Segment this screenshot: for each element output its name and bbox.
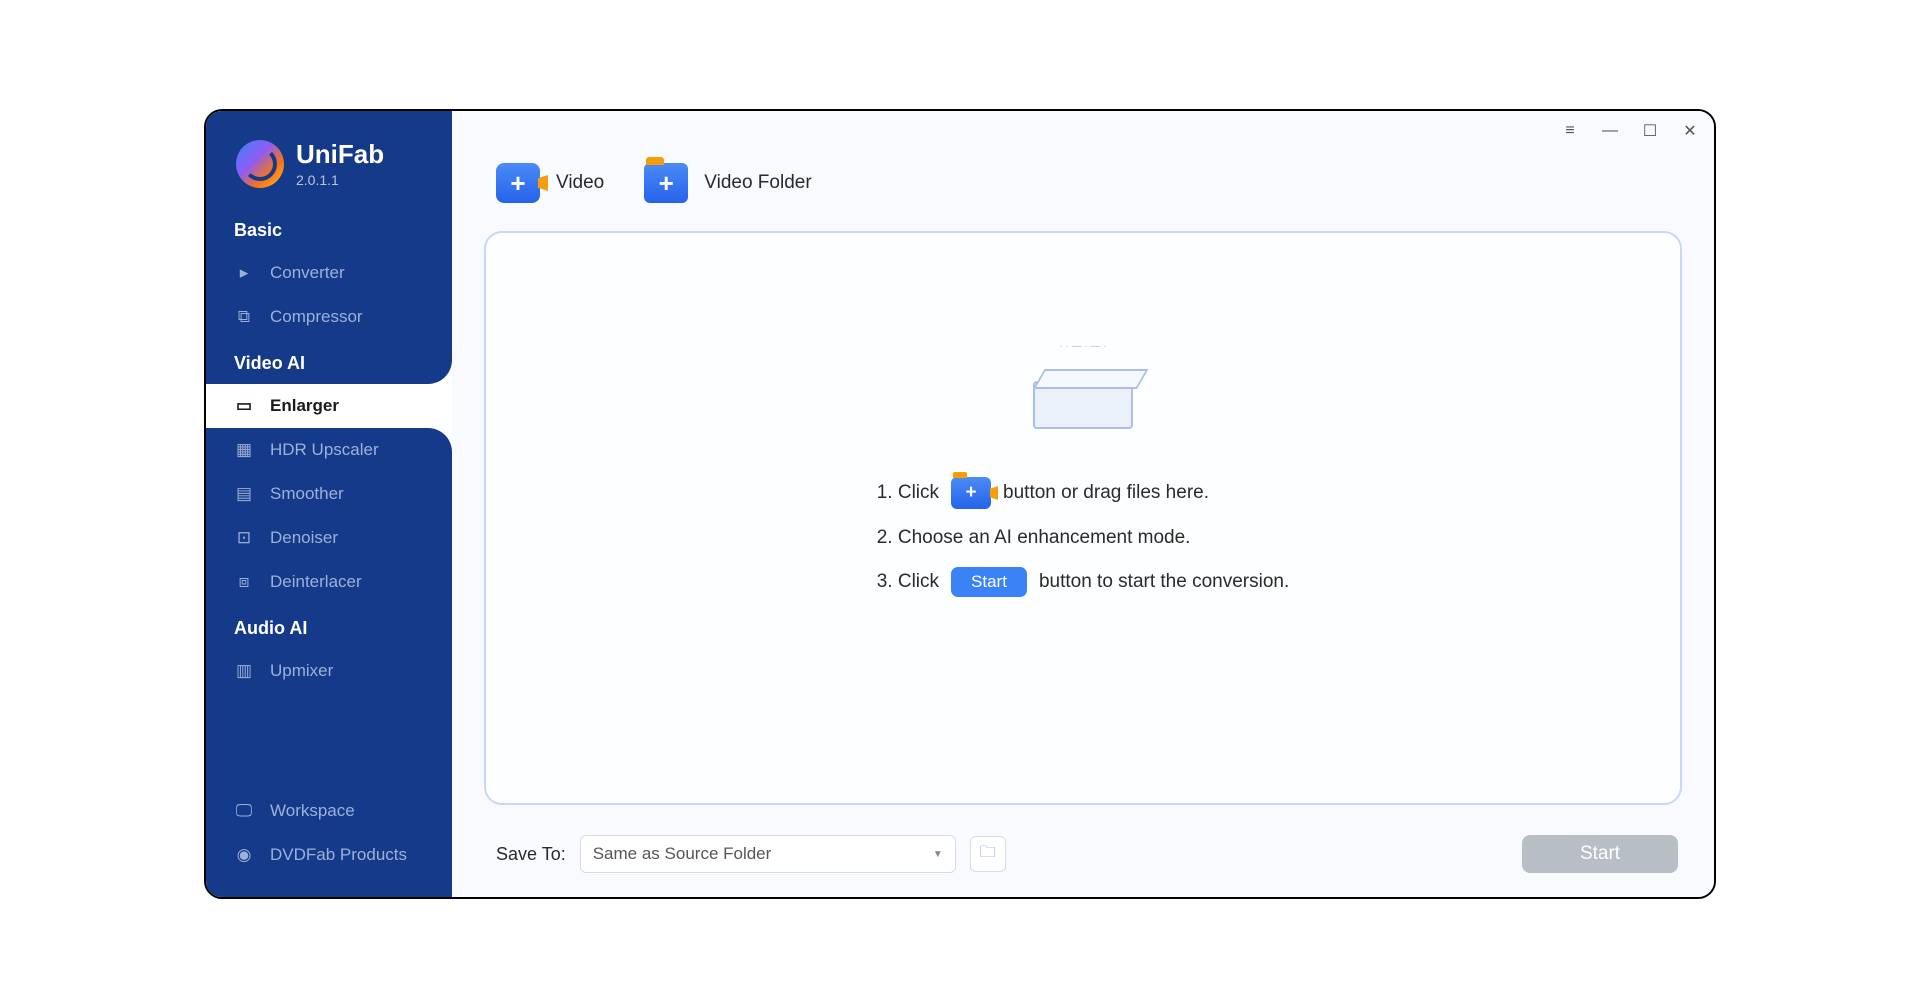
section-basic: Basic — [206, 206, 452, 251]
sidebar-item-upmixer[interactable]: ▥ Upmixer — [206, 649, 452, 693]
sidebar-item-label: Deinterlacer — [270, 572, 362, 592]
sidebar-item-label: Smoother — [270, 484, 344, 504]
logo-area: UniFab 2.0.1.1 — [206, 111, 452, 206]
play-icon: ▸ — [234, 265, 254, 281]
step-1: 1. Click + button or drag files here. — [877, 477, 1209, 509]
browse-folder-button[interactable]: 🗀 — [970, 836, 1006, 872]
denoise-icon: ⊡ — [234, 530, 254, 546]
add-folder-icon: + — [644, 163, 688, 203]
enlarge-icon: ▭ — [234, 398, 254, 414]
deinterlace-icon: ⧈ — [234, 574, 254, 590]
action-label: Video — [556, 172, 604, 194]
minimize-icon[interactable]: — — [1598, 119, 1622, 143]
main-area: ≡ — ☐ ✕ + Video + Video Folder · · — · —… — [452, 111, 1714, 897]
save-to-label: Save To: — [496, 844, 566, 865]
empty-illustration: · · — · — · — [983, 341, 1183, 441]
step-2: 2. Choose an AI enhancement mode. — [877, 527, 1191, 549]
dvdfab-icon: ◉ — [234, 847, 254, 863]
sidebar-item-enlarger[interactable]: ▭ Enlarger — [206, 384, 452, 428]
maximize-icon[interactable]: ☐ — [1638, 119, 1662, 143]
titlebar-controls: ≡ — ☐ ✕ — [1558, 119, 1702, 143]
sidebar-item-label: Compressor — [270, 307, 363, 327]
sidebar-item-compressor[interactable]: ⧉ Compressor — [206, 295, 452, 339]
monitor-icon: 🖵 — [234, 803, 254, 819]
save-to-select[interactable]: Same as Source Folder ▼ — [580, 835, 956, 873]
save-to-value: Same as Source Folder — [593, 844, 772, 864]
app-window: UniFab 2.0.1.1 Basic ▸ Converter ⧉ Compr… — [204, 109, 1716, 899]
add-video-icon: + — [496, 163, 540, 203]
action-label: Video Folder — [704, 172, 811, 194]
add-video-button[interactable]: + Video — [496, 163, 604, 203]
step-3: 3. Click Start button to start the conve… — [877, 567, 1290, 597]
start-badge: Start — [951, 567, 1027, 597]
bottom-bar: Save To: Same as Source Folder ▼ 🗀 Start — [452, 821, 1714, 897]
section-video-ai: Video AI — [206, 339, 452, 384]
sidebar: UniFab 2.0.1.1 Basic ▸ Converter ⧉ Compr… — [206, 111, 452, 897]
logo-icon — [236, 140, 284, 188]
sidebar-item-label: Denoiser — [270, 528, 338, 548]
sidebar-item-label: Converter — [270, 263, 345, 283]
sidebar-item-label: Enlarger — [270, 396, 339, 416]
steps-list: 1. Click + button or drag files here. 2.… — [877, 477, 1290, 597]
sidebar-item-dvdfab[interactable]: ◉ DVDFab Products — [206, 833, 452, 877]
sidebar-item-deinterlacer[interactable]: ⧈ Deinterlacer — [206, 560, 452, 604]
hdr-icon: ▦ — [234, 442, 254, 458]
sidebar-item-hdr-upscaler[interactable]: ▦ HDR Upscaler — [206, 428, 452, 472]
smooth-icon: ▤ — [234, 486, 254, 502]
brand-name: UniFab — [296, 139, 384, 170]
sidebar-item-label: HDR Upscaler — [270, 440, 379, 460]
add-video-icon: + — [951, 477, 991, 509]
folder-icon: 🗀 — [980, 841, 996, 868]
sidebar-item-label: Workspace — [270, 801, 355, 821]
sidebar-item-denoiser[interactable]: ⊡ Denoiser — [206, 516, 452, 560]
sidebar-item-smoother[interactable]: ▤ Smoother — [206, 472, 452, 516]
sidebar-item-label: DVDFab Products — [270, 845, 407, 865]
chevron-down-icon: ▼ — [933, 849, 943, 860]
sidebar-item-label: Upmixer — [270, 661, 333, 681]
top-actions: + Video + Video Folder — [452, 111, 1714, 223]
add-folder-button[interactable]: + Video Folder — [644, 163, 811, 203]
brand-version: 2.0.1.1 — [296, 172, 384, 188]
drop-zone[interactable]: · · — · — · 1. Click + button or drag fi… — [484, 231, 1682, 805]
close-icon[interactable]: ✕ — [1678, 119, 1702, 143]
start-button[interactable]: Start — [1522, 835, 1678, 873]
menu-icon[interactable]: ≡ — [1558, 119, 1582, 143]
sidebar-item-workspace[interactable]: 🖵 Workspace — [206, 789, 452, 833]
compress-icon: ⧉ — [234, 309, 254, 325]
section-audio-ai: Audio AI — [206, 604, 452, 649]
sidebar-item-converter[interactable]: ▸ Converter — [206, 251, 452, 295]
upmix-icon: ▥ — [234, 663, 254, 679]
